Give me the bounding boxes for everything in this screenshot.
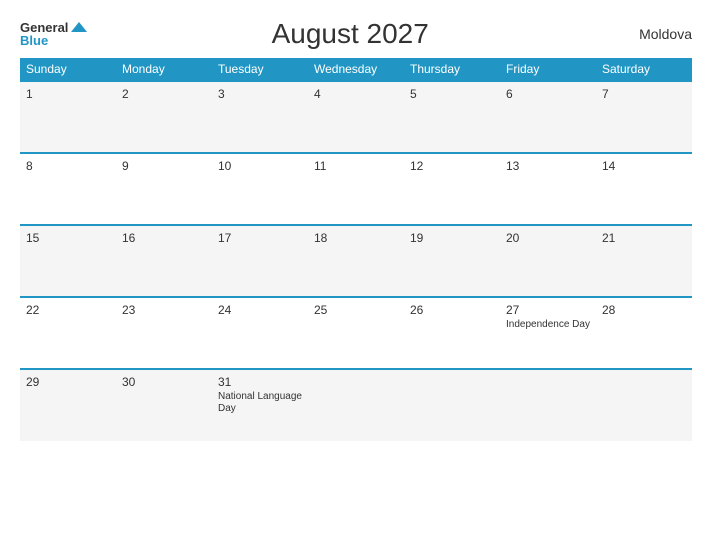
calendar-cell: 22 bbox=[20, 297, 116, 369]
logo: General Blue bbox=[20, 21, 88, 47]
day-number: 1 bbox=[26, 87, 110, 101]
header-wednesday: Wednesday bbox=[308, 58, 404, 81]
day-number: 3 bbox=[218, 87, 302, 101]
holiday-label: Independence Day bbox=[506, 319, 590, 331]
day-number: 24 bbox=[218, 303, 302, 317]
calendar-week-row: 29 30 31 National Language Day bbox=[20, 369, 692, 441]
calendar-cell bbox=[596, 369, 692, 441]
calendar-cell: 12 bbox=[404, 153, 500, 225]
day-number: 16 bbox=[122, 231, 206, 245]
day-number: 13 bbox=[506, 159, 590, 173]
day-number: 21 bbox=[602, 231, 686, 245]
calendar-cell: 26 bbox=[404, 297, 500, 369]
day-number: 17 bbox=[218, 231, 302, 245]
calendar-cell: 2 bbox=[116, 81, 212, 153]
calendar-week-row: 22 23 24 25 26 27 Independence Day 28 bbox=[20, 297, 692, 369]
calendar-cell: 17 bbox=[212, 225, 308, 297]
header-friday: Friday bbox=[500, 58, 596, 81]
day-number: 10 bbox=[218, 159, 302, 173]
calendar-cell: 20 bbox=[500, 225, 596, 297]
day-number: 29 bbox=[26, 375, 110, 389]
calendar-cell: 7 bbox=[596, 81, 692, 153]
calendar-cell: 4 bbox=[308, 81, 404, 153]
calendar-cell: 6 bbox=[500, 81, 596, 153]
day-number: 14 bbox=[602, 159, 686, 173]
calendar-cell: 28 bbox=[596, 297, 692, 369]
calendar-cell bbox=[308, 369, 404, 441]
calendar-cell: 16 bbox=[116, 225, 212, 297]
day-number: 19 bbox=[410, 231, 494, 245]
day-number: 22 bbox=[26, 303, 110, 317]
weekday-header-row: Sunday Monday Tuesday Wednesday Thursday… bbox=[20, 58, 692, 81]
calendar-cell: 14 bbox=[596, 153, 692, 225]
day-number: 27 bbox=[506, 303, 590, 317]
page: General Blue August 2027 Moldova Sunday … bbox=[0, 0, 712, 550]
day-number: 5 bbox=[410, 87, 494, 101]
day-number: 28 bbox=[602, 303, 686, 317]
calendar-week-row: 1234567 bbox=[20, 81, 692, 153]
calendar-cell: 19 bbox=[404, 225, 500, 297]
calendar-week-row: 15 16 17 18 19 20 21 bbox=[20, 225, 692, 297]
holiday-label: National Language Day bbox=[218, 391, 302, 415]
country-label: Moldova bbox=[612, 26, 692, 42]
calendar-week-row: 89 10 11 12 13 14 bbox=[20, 153, 692, 225]
calendar-cell: 11 bbox=[308, 153, 404, 225]
calendar-cell: 5 bbox=[404, 81, 500, 153]
calendar-cell: 31 National Language Day bbox=[212, 369, 308, 441]
day-number: 11 bbox=[314, 159, 398, 173]
header-saturday: Saturday bbox=[596, 58, 692, 81]
day-number: 2 bbox=[122, 87, 206, 101]
header-monday: Monday bbox=[116, 58, 212, 81]
calendar-cell bbox=[404, 369, 500, 441]
day-number: 8 bbox=[26, 159, 110, 173]
day-number: 7 bbox=[602, 87, 686, 101]
calendar-cell: 23 bbox=[116, 297, 212, 369]
calendar-title: August 2027 bbox=[88, 18, 612, 50]
calendar-cell: 3 bbox=[212, 81, 308, 153]
day-number: 26 bbox=[410, 303, 494, 317]
calendar-table: Sunday Monday Tuesday Wednesday Thursday… bbox=[20, 58, 692, 441]
calendar-cell bbox=[500, 369, 596, 441]
calendar-cell: 15 bbox=[20, 225, 116, 297]
header-sunday: Sunday bbox=[20, 58, 116, 81]
calendar-cell: 9 bbox=[116, 153, 212, 225]
day-number: 30 bbox=[122, 375, 206, 389]
calendar-cell: 21 bbox=[596, 225, 692, 297]
calendar-cell: 1 bbox=[20, 81, 116, 153]
day-number: 23 bbox=[122, 303, 206, 317]
day-number: 20 bbox=[506, 231, 590, 245]
logo-flag-icon bbox=[70, 21, 88, 33]
day-number: 18 bbox=[314, 231, 398, 245]
day-number: 25 bbox=[314, 303, 398, 317]
day-number: 31 bbox=[218, 375, 302, 389]
header-tuesday: Tuesday bbox=[212, 58, 308, 81]
header: General Blue August 2027 Moldova bbox=[20, 18, 692, 50]
day-number: 12 bbox=[410, 159, 494, 173]
day-number: 9 bbox=[122, 159, 206, 173]
calendar-cell: 29 bbox=[20, 369, 116, 441]
day-number: 6 bbox=[506, 87, 590, 101]
calendar-cell: 27 Independence Day bbox=[500, 297, 596, 369]
calendar-cell: 18 bbox=[308, 225, 404, 297]
header-thursday: Thursday bbox=[404, 58, 500, 81]
calendar-cell: 8 bbox=[20, 153, 116, 225]
calendar-cell: 24 bbox=[212, 297, 308, 369]
calendar-cell: 13 bbox=[500, 153, 596, 225]
logo-blue-text: Blue bbox=[20, 34, 88, 47]
calendar-cell: 25 bbox=[308, 297, 404, 369]
calendar-cell: 10 bbox=[212, 153, 308, 225]
day-number: 4 bbox=[314, 87, 398, 101]
calendar-cell: 30 bbox=[116, 369, 212, 441]
day-number: 15 bbox=[26, 231, 110, 245]
